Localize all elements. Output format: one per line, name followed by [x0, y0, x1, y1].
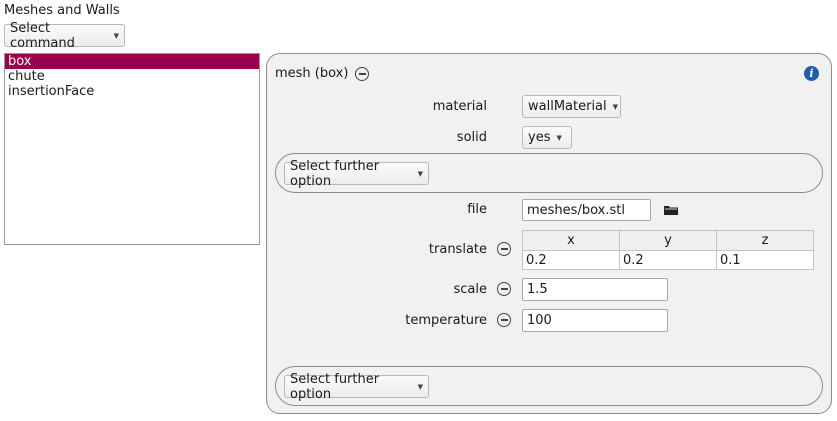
chevron-down-icon: ▼ — [556, 133, 562, 142]
mesh-list[interactable]: box chute insertionFace — [4, 53, 260, 245]
folder-icon[interactable] — [664, 205, 678, 215]
list-item[interactable]: chute — [5, 69, 259, 84]
list-item[interactable]: insertionFace — [5, 84, 259, 99]
translate-table: x y z 0.2 0.2 0.1 — [522, 230, 814, 270]
chevron-down-icon: ▼ — [612, 102, 619, 111]
scale-label: scale — [453, 282, 488, 297]
remove-scale-icon[interactable] — [497, 282, 511, 296]
panel-header: mesh (box) — [275, 66, 349, 81]
select-command-label: Select command — [10, 20, 75, 51]
translate-z-input[interactable]: 0.1 — [716, 250, 814, 270]
translate-col-z: z — [716, 230, 814, 251]
remove-mesh-icon[interactable] — [355, 67, 369, 81]
page-title: Meshes and Walls — [4, 3, 120, 18]
translate-col-x: x — [522, 230, 620, 251]
translate-col-y: y — [619, 230, 717, 251]
material-label: material — [432, 99, 487, 114]
solid-label: solid — [456, 130, 487, 145]
file-input[interactable]: meshes/box.stl — [522, 199, 651, 221]
temperature-label: temperature — [405, 313, 487, 328]
temperature-input[interactable]: 100 — [522, 309, 668, 332]
scale-input[interactable]: 1.5 — [522, 278, 668, 301]
remove-translate-icon[interactable] — [497, 242, 511, 256]
chevron-down-icon: ▼ — [113, 31, 119, 40]
solid-dropdown[interactable]: yes ▼ — [522, 126, 572, 149]
translate-label: translate — [428, 242, 487, 257]
further-option-group-top: Select further option ▼ — [275, 153, 823, 193]
remove-temperature-icon[interactable] — [497, 313, 511, 327]
info-icon[interactable]: i — [804, 66, 819, 81]
further-option-group-bottom: Select further option ▼ — [275, 366, 823, 406]
list-item[interactable]: box — [5, 54, 259, 69]
material-dropdown[interactable]: wallMaterial ▼ — [522, 95, 621, 118]
translate-y-input[interactable]: 0.2 — [619, 250, 717, 270]
translate-x-input[interactable]: 0.2 — [522, 250, 620, 270]
select-further-option-dropdown[interactable]: Select further option ▼ — [284, 372, 429, 402]
mesh-panel: mesh (box) i material wallMaterial ▼ sol… — [266, 53, 832, 414]
select-further-option-dropdown[interactable]: Select further option ▼ — [284, 159, 429, 189]
select-command-dropdown[interactable]: Select command ▼ — [4, 21, 125, 51]
file-label: file — [467, 202, 487, 217]
chevron-down-icon: ▼ — [417, 169, 423, 178]
chevron-down-icon: ▼ — [417, 382, 423, 391]
